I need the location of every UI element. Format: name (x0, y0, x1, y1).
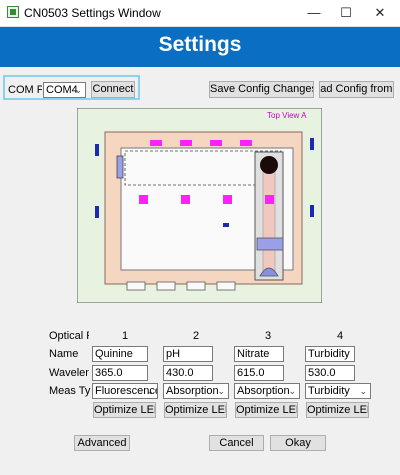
okay-button[interactable]: Okay (270, 435, 326, 451)
advanced-button[interactable]: Advanced (74, 435, 130, 451)
top-pad-1 (150, 140, 162, 146)
save-config-button[interactable]: Save Config Changes to File (209, 81, 314, 98)
path-number-2: 2 (193, 330, 200, 342)
title-bar: CN0503 Settings Window — ☐ ✕ (0, 0, 400, 27)
optimize-led-button-4[interactable]: Optimize LED (306, 402, 369, 418)
name-field-1[interactable]: Quinine (92, 346, 148, 362)
meas-type-select-2[interactable]: Absorption ⌄ (163, 383, 229, 399)
sensor-3 (223, 195, 232, 204)
meas-type-select-4[interactable]: Turbidity ⌄ (305, 383, 371, 399)
com-port-select[interactable]: COM4 ⌄ (43, 82, 86, 98)
bottom-tab-2 (156, 281, 176, 291)
cancel-button[interactable]: Cancel (209, 435, 264, 451)
path-number-3: 3 (265, 330, 272, 342)
left-connector-top (95, 144, 99, 156)
minimize-button[interactable]: — (298, 0, 330, 26)
sensor-2 (181, 195, 190, 204)
wavelength-field-4[interactable]: 530.0 (305, 365, 355, 381)
sensor-4 (265, 195, 274, 204)
right-connector-top (310, 138, 314, 150)
top-pad-4 (240, 140, 252, 146)
bottom-tab-4 (216, 281, 236, 291)
meas-type-select-1[interactable]: Fluorescence ⌄ (92, 383, 158, 399)
wavelength-field-3[interactable]: 615.0 (234, 365, 284, 381)
meas-type-value-3: Absorption (237, 385, 290, 397)
wavelength-row-label: Wavelength (49, 367, 89, 379)
load-config-button[interactable]: Load Config from File (319, 81, 394, 98)
optical-path-label: Optical Pat (49, 330, 89, 342)
top-pad-2 (180, 140, 192, 146)
optimize-led-button-3[interactable]: Optimize LED (235, 402, 298, 418)
name-field-2[interactable]: pH (163, 346, 213, 362)
name-field-3[interactable]: Nitrate (234, 346, 284, 362)
optimize-led-button-2[interactable]: Optimize LED (164, 402, 227, 418)
maximize-button[interactable]: ☐ (330, 0, 362, 26)
chevron-down-icon: ⌄ (217, 386, 225, 396)
chevron-down-icon: ⌄ (146, 386, 154, 396)
left-emitter (116, 155, 124, 179)
top-view-diagram: Top View A (77, 108, 322, 303)
optimize-led-button-1[interactable]: Optimize LED (93, 402, 156, 418)
page-title: Settings (158, 33, 242, 56)
lens-block (256, 237, 284, 251)
wavelength-field-2[interactable]: 430.0 (163, 365, 213, 381)
com-port-value: COM4 (46, 84, 78, 96)
name-row-label: Name (49, 348, 79, 360)
name-field-4[interactable]: Turbidity (305, 346, 355, 362)
photodiode-circle (260, 156, 278, 174)
chevron-down-icon: ⌄ (288, 386, 296, 396)
path-number-1: 1 (122, 330, 129, 342)
chevron-down-icon: ⌄ (359, 386, 367, 396)
chevron-down-icon: ⌄ (74, 85, 82, 95)
small-blue-chip (223, 223, 229, 227)
bottom-tab-1 (126, 281, 146, 291)
window-title: CN0503 Settings Window (24, 6, 161, 20)
com-port-label: COM Po (8, 84, 42, 96)
path-number-4: 4 (337, 330, 344, 342)
wavelength-field-1[interactable]: 365.0 (92, 365, 148, 381)
right-connector-mid (310, 205, 314, 217)
light-path (262, 167, 276, 277)
meas-type-value-4: Turbidity (308, 385, 350, 397)
app-icon (7, 6, 19, 18)
meas-type-select-3[interactable]: Absorption ⌄ (234, 383, 300, 399)
close-button[interactable]: ✕ (364, 0, 396, 26)
meas-type-value-2: Absorption (166, 385, 219, 397)
meas-type-row-label: Meas Type (49, 385, 91, 397)
sensor-1 (139, 195, 148, 204)
bottom-tab-3 (186, 281, 206, 291)
connect-button[interactable]: Connect (91, 81, 135, 98)
diagram-label: Top View A (267, 111, 307, 120)
top-pad-3 (210, 140, 222, 146)
left-connector-mid (95, 206, 99, 218)
